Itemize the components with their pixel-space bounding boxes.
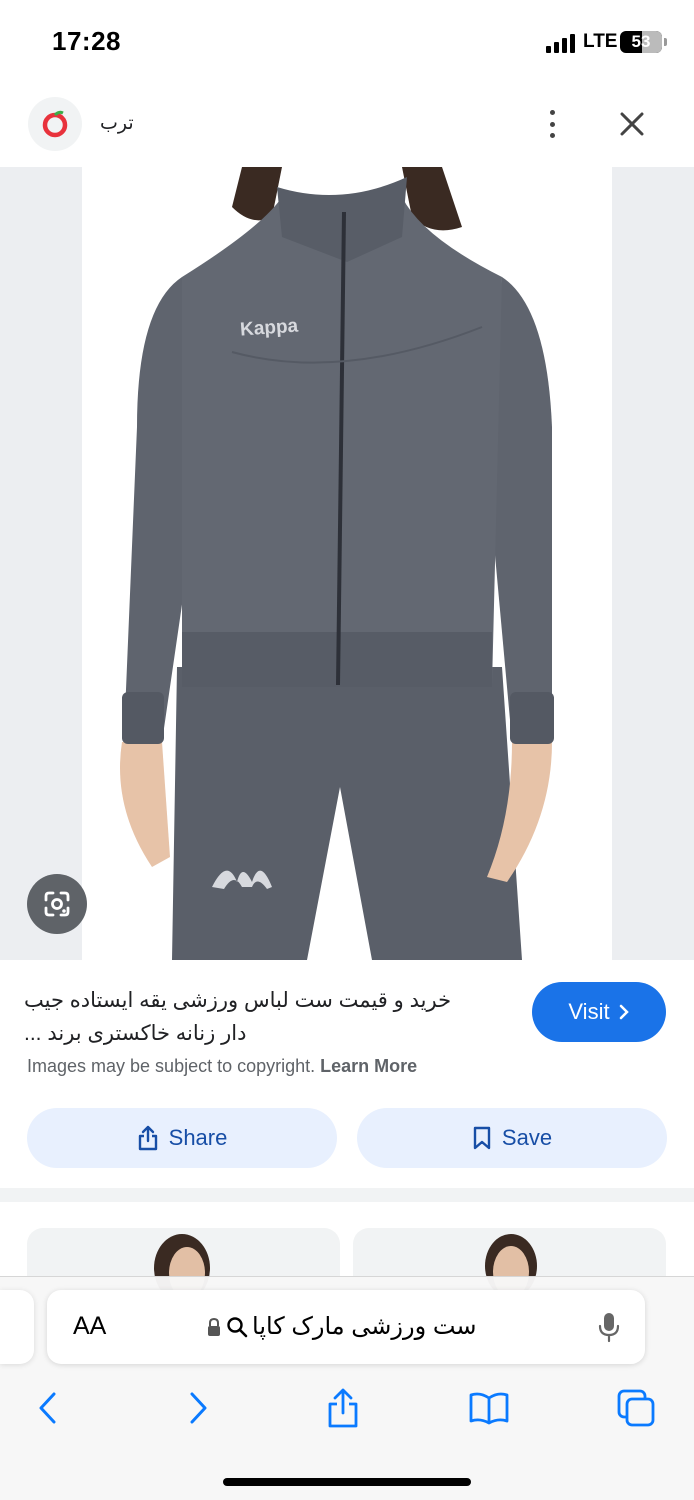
site-logo[interactable] bbox=[28, 97, 82, 151]
google-lens-icon[interactable] bbox=[27, 874, 87, 934]
microphone-icon[interactable] bbox=[597, 1311, 621, 1348]
status-bar: 17:28 LTE 53 bbox=[0, 0, 694, 80]
more-vertical-icon[interactable] bbox=[540, 104, 564, 144]
aa-label: AA bbox=[73, 1312, 107, 1340]
close-icon[interactable] bbox=[614, 106, 650, 142]
jacket-logo: Kappa bbox=[239, 316, 299, 341]
search-icon bbox=[227, 1316, 248, 1337]
copyright-notice: Images may be subject to copyright. Lear… bbox=[27, 1056, 417, 1077]
share-button[interactable]: Share bbox=[27, 1108, 337, 1168]
bookmark-icon bbox=[473, 1126, 491, 1150]
forward-icon[interactable] bbox=[174, 1385, 222, 1431]
battery-icon: 53 bbox=[620, 31, 667, 53]
network-type: LTE bbox=[583, 31, 618, 52]
back-icon[interactable] bbox=[24, 1385, 72, 1431]
home-indicator bbox=[223, 1478, 471, 1486]
visit-button[interactable]: Visit bbox=[532, 982, 666, 1042]
torob-logo-icon bbox=[42, 110, 68, 138]
site-name[interactable]: ترب bbox=[100, 112, 134, 135]
bookmarks-icon[interactable] bbox=[465, 1385, 513, 1431]
lock-icon bbox=[208, 1317, 220, 1336]
learn-more-link[interactable]: Learn More bbox=[320, 1056, 417, 1076]
reader-settings-button[interactable]: AA bbox=[73, 1312, 106, 1341]
url-text: ست ورزشی مارک کاپا bbox=[252, 1313, 477, 1340]
save-button[interactable]: Save bbox=[357, 1108, 667, 1168]
url-field[interactable]: ست ورزشی مارک کاپا bbox=[206, 1312, 477, 1341]
signal-icon bbox=[546, 34, 575, 53]
share-icon bbox=[138, 1125, 157, 1151]
share-page-icon[interactable] bbox=[319, 1385, 367, 1431]
result-title[interactable]: خرید و قیمت ست لباس ورزشی یقه ایستاده جی… bbox=[24, 984, 474, 1050]
chevron-right-icon bbox=[619, 1004, 629, 1020]
product-image[interactable]: Kappa bbox=[82, 167, 612, 960]
section-divider bbox=[0, 1188, 694, 1202]
visit-label: Visit bbox=[568, 999, 610, 1024]
save-label: Save bbox=[501, 1125, 553, 1150]
copyright-text: Images may be subject to copyright. bbox=[27, 1056, 316, 1076]
tabs-icon[interactable] bbox=[612, 1385, 660, 1431]
share-label: Share bbox=[168, 1125, 228, 1150]
previous-tab-peek[interactable] bbox=[0, 1290, 34, 1364]
tracksuit-illustration: Kappa bbox=[120, 167, 554, 960]
status-time: 17:28 bbox=[52, 26, 121, 56]
battery-level: 53 bbox=[631, 32, 651, 51]
